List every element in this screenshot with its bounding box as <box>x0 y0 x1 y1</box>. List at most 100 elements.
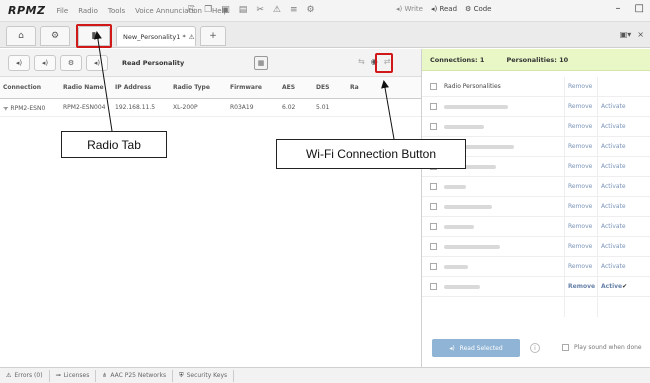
errors-tab[interactable]: ⚠ Errors (0) <box>0 369 50 382</box>
tab-speaker-2[interactable]: ◂) <box>34 55 56 71</box>
list-item[interactable]: Remove Activate <box>422 177 650 197</box>
remove-link[interactable]: Remove <box>568 183 592 190</box>
write-button[interactable]: ◂) Write <box>396 5 423 13</box>
remove-link[interactable]: Remove <box>568 283 595 290</box>
remove-link[interactable]: Remove <box>568 263 592 270</box>
usb-icon[interactable]: ⇆ <box>358 57 365 66</box>
table-row[interactable]: ᯤ RPM2-ESN0 RPM2-ESN004 192.168.11.5 XL-… <box>0 99 421 117</box>
active-status: Active✔ <box>601 283 628 290</box>
connections-bar: Connections: 1 Personalities: 10 <box>422 49 650 71</box>
read-icon: ◂) <box>93 59 101 67</box>
licenses-tab[interactable]: ⊸ Licenses <box>50 369 97 382</box>
column-header[interactable]: IP Address <box>112 84 170 91</box>
copy-icon[interactable]: ❐ <box>204 5 212 15</box>
activate-link[interactable]: Activate <box>601 143 626 150</box>
column-header[interactable]: DES <box>313 84 347 91</box>
toolbar-icons: ⎘ ❐ ▣ ▤ ✂ ⚠ ≡ ⚙ <box>188 5 315 15</box>
personalities-panel: Connections: 1 Personalities: 10 Radio P… <box>421 49 650 367</box>
tab-row: ⌂ ⚙ ▮ New_Personality1 * ⚠ + ▣▾ × <box>0 22 650 48</box>
activate-link[interactable]: Activate <box>601 123 626 130</box>
radio-table: Connection Radio Name IP Address Radio T… <box>0 77 421 117</box>
menu-radio[interactable]: Radio <box>78 7 98 15</box>
home-tab[interactable]: ⌂ <box>6 26 36 46</box>
add-tab-button[interactable]: + <box>200 26 226 46</box>
minimize-button[interactable]: – <box>616 3 621 14</box>
remove-link[interactable]: Remove <box>568 103 592 110</box>
menu-tools[interactable]: Tools <box>108 7 125 15</box>
tab-speaker-1[interactable]: ◂) <box>8 55 30 71</box>
item-checkbox[interactable] <box>430 223 437 230</box>
column-header[interactable]: Firmware <box>227 84 279 91</box>
warning-icon[interactable]: ⚠ <box>273 5 281 15</box>
table-cell: ᯤ RPM2-ESN0 <box>3 104 46 112</box>
item-checkbox[interactable] <box>430 283 437 290</box>
new-icon[interactable]: ⎘ <box>188 5 195 15</box>
list-item[interactable]: Remove Activate <box>422 97 650 117</box>
personality-name-redacted <box>444 225 474 229</box>
list-item[interactable]: Remove Activate <box>422 257 650 277</box>
personality-name-redacted <box>444 105 508 109</box>
play-sound-option[interactable]: Play sound when done <box>562 344 642 351</box>
item-checkbox[interactable] <box>430 183 437 190</box>
list-item[interactable]: Remove Activate <box>422 117 650 137</box>
table-header: Connection Radio Name IP Address Radio T… <box>0 77 421 99</box>
table-cell: 6.02 <box>282 104 296 111</box>
menu-file[interactable]: File <box>56 7 68 15</box>
device-icon[interactable]: ▦ <box>254 56 268 70</box>
activate-link[interactable]: Activate <box>601 163 626 170</box>
remove-link[interactable]: Remove <box>568 163 592 170</box>
close-tab-icon[interactable]: × <box>637 30 644 39</box>
tab-settings[interactable]: ⚙ <box>60 55 82 71</box>
play-sound-checkbox[interactable] <box>562 344 569 351</box>
settings-tab[interactable]: ⚙ <box>40 26 70 46</box>
maximize-button[interactable]: □ <box>635 3 644 14</box>
remove-link[interactable]: Remove <box>568 143 592 150</box>
save-icon[interactable]: ▣ <box>221 5 230 15</box>
activate-link[interactable]: Activate <box>601 183 626 190</box>
column-header[interactable]: AES <box>279 84 313 91</box>
item-checkbox[interactable] <box>430 243 437 250</box>
list-icon[interactable]: ≡ <box>290 5 298 15</box>
list-header: Radio Personalities Remove <box>422 77 650 97</box>
list-item[interactable]: Remove Activate <box>422 197 650 217</box>
security-keys-tab[interactable]: ⛨ Security Keys <box>173 369 235 382</box>
select-all-checkbox[interactable] <box>430 83 437 90</box>
item-checkbox[interactable] <box>430 263 437 270</box>
gear-icon: ⚙ <box>50 31 60 41</box>
column-header[interactable]: Connection <box>0 84 60 91</box>
read-selected-button[interactable]: ◂) Read Selected <box>432 339 520 357</box>
tab-read[interactable]: ◂) <box>86 55 108 71</box>
settings-icon[interactable]: ⚙ <box>306 5 314 15</box>
item-checkbox[interactable] <box>430 123 437 130</box>
item-checkbox[interactable] <box>430 203 437 210</box>
list-item[interactable]: Remove Active✔ <box>422 277 650 297</box>
activate-link[interactable]: Activate <box>601 223 626 230</box>
table-cell: R03A19 <box>230 104 254 111</box>
print-icon[interactable]: ▤ <box>239 5 248 15</box>
item-checkbox[interactable] <box>430 103 437 110</box>
activate-link[interactable]: Activate <box>601 203 626 210</box>
warning-icon: ⚠ <box>6 372 12 379</box>
column-header[interactable]: Ra <box>347 84 371 91</box>
remove-all-link[interactable]: Remove <box>568 83 592 90</box>
tab-new-personality[interactable]: New_Personality1 * ⚠ <box>116 26 196 46</box>
read-button[interactable]: ◂) Read <box>431 5 457 13</box>
remove-link[interactable]: Remove <box>568 123 592 130</box>
column-header[interactable]: Radio Type <box>170 84 227 91</box>
tab-menu-icon[interactable]: ▣▾ <box>620 30 632 39</box>
remove-link[interactable]: Remove <box>568 223 592 230</box>
activate-link[interactable]: Activate <box>601 263 626 270</box>
code-button[interactable]: ⚙ Code <box>465 5 491 13</box>
cut-icon[interactable]: ✂ <box>256 5 264 15</box>
home-icon: ⌂ <box>18 31 24 41</box>
list-item[interactable]: Remove Activate <box>422 217 650 237</box>
aac-networks-tab[interactable]: ⋔ AAC P25 Networks <box>96 369 174 382</box>
speaker-icon: ◂) <box>15 59 23 67</box>
remove-link[interactable]: Remove <box>568 243 592 250</box>
activate-link[interactable]: Activate <box>601 243 626 250</box>
list-item[interactable]: Remove Activate <box>422 237 650 257</box>
activate-link[interactable]: Activate <box>601 103 626 110</box>
info-icon[interactable]: i <box>530 343 540 353</box>
remove-link[interactable]: Remove <box>568 203 592 210</box>
column-header[interactable]: Radio Name <box>60 84 112 91</box>
